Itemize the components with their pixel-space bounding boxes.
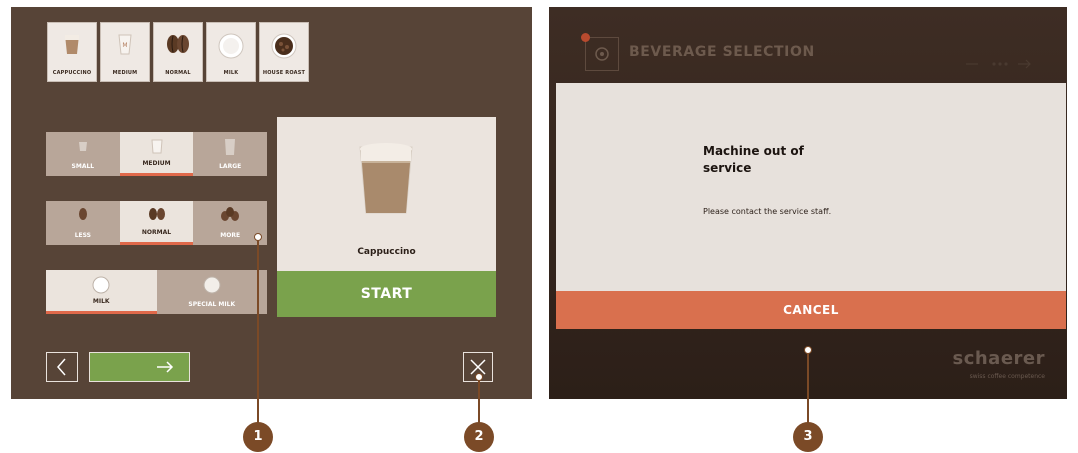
next-button[interactable] — [89, 352, 190, 382]
callout-3: 3 — [793, 422, 823, 452]
summary-chip-house-roast[interactable]: HOUSE ROAST — [259, 22, 309, 82]
strength-option-label: NORMAL — [141, 229, 172, 236]
callout-1: 1 — [243, 422, 273, 452]
size-option-label: MEDIUM — [142, 160, 171, 167]
summary-chip-medium[interactable]: M MEDIUM — [100, 22, 150, 82]
callout-anchor-2 — [475, 373, 483, 381]
size-option-label: LARGE — [219, 163, 242, 170]
milk-icon — [218, 33, 244, 59]
coffee-beans-icon — [167, 35, 189, 53]
size-option-medium[interactable]: MEDIUM — [119, 132, 194, 176]
pager-icon — [966, 59, 1031, 69]
summary-chip-label: MILK — [223, 70, 239, 76]
roast-beans-icon — [271, 33, 297, 59]
error-dialog: Machine out of service Please contact th… — [556, 83, 1066, 291]
callout-leader-1 — [257, 236, 259, 425]
dialog-message: Please contact the service staff. — [703, 207, 832, 216]
brand-logo: schaerer — [952, 348, 1045, 369]
product-card: Cappuccino — [277, 117, 496, 271]
summary-chip-cappuccino[interactable]: CAPPUCCINO — [47, 22, 97, 82]
summary-chip-label: NORMAL — [165, 70, 191, 76]
strength-option-normal[interactable]: NORMAL — [119, 201, 194, 245]
callout-leader-3 — [807, 349, 809, 425]
cappuccino-cup-icon — [65, 35, 79, 54]
milk-option-special-milk[interactable]: SPECIAL MILK — [156, 270, 267, 314]
beverage-config-screen: CAPPUCCINO M MEDIUM NORMAL MILK HOUSE RO… — [11, 7, 532, 399]
two-beans-icon — [148, 208, 165, 220]
svg-text:M: M — [122, 42, 127, 49]
callout-2: 2 — [464, 422, 494, 452]
alert-badge — [581, 33, 590, 42]
milk-option-label: SPECIAL MILK — [188, 301, 236, 308]
medium-cup-icon — [150, 139, 163, 154]
brand-tagline: swiss coffee competence — [969, 373, 1045, 380]
callout-leader-2 — [478, 375, 480, 425]
callout-anchor-1 — [254, 233, 262, 241]
start-button[interactable]: START — [277, 271, 496, 317]
product-name: Cappuccino — [357, 247, 416, 257]
size-option-small[interactable]: SMALL — [46, 132, 120, 176]
milk-option-milk[interactable]: MILK — [46, 270, 157, 314]
cappuccino-cup-icon — [359, 143, 413, 214]
single-bean-icon — [78, 208, 87, 220]
strength-option-label: LESS — [74, 232, 91, 239]
chevron-left-icon — [57, 358, 66, 376]
summary-chip-label: CAPPUCCINO — [52, 70, 92, 76]
callout-anchor-3 — [804, 346, 812, 354]
strength-option-less[interactable]: LESS — [46, 201, 120, 245]
small-cup-icon — [78, 142, 87, 151]
gear-icon — [595, 47, 609, 61]
three-beans-icon — [221, 207, 240, 221]
size-option-label: SMALL — [71, 163, 95, 170]
summary-chip-milk[interactable]: MILK — [206, 22, 256, 82]
milk-icon — [92, 276, 110, 294]
arrow-right-icon — [157, 361, 174, 373]
milk-option-label: MILK — [92, 298, 110, 305]
screen-title: BEVERAGE SELECTION — [629, 44, 815, 60]
cancel-button[interactable]: CANCEL — [556, 291, 1066, 329]
summary-chip-label: HOUSE ROAST — [262, 70, 306, 76]
summary-chip-label: MEDIUM — [112, 70, 138, 76]
dialog-title: Machine out of service — [703, 144, 804, 175]
summary-chip-normal[interactable]: NORMAL — [153, 22, 203, 82]
milk-selector: MILK SPECIAL MILK — [46, 270, 267, 314]
settings-tile — [585, 37, 619, 71]
out-of-service-screen: BEVERAGE SELECTION Machine out of servic… — [549, 7, 1067, 399]
medium-cup-icon: M — [118, 34, 132, 55]
size-option-large[interactable]: LARGE — [193, 132, 268, 176]
back-button[interactable] — [46, 352, 78, 382]
size-selector: SMALL MEDIUM LARGE — [46, 132, 268, 176]
special-milk-icon — [203, 276, 221, 294]
strength-selector: LESS NORMAL MORE — [46, 201, 268, 245]
large-cup-icon — [225, 139, 236, 155]
